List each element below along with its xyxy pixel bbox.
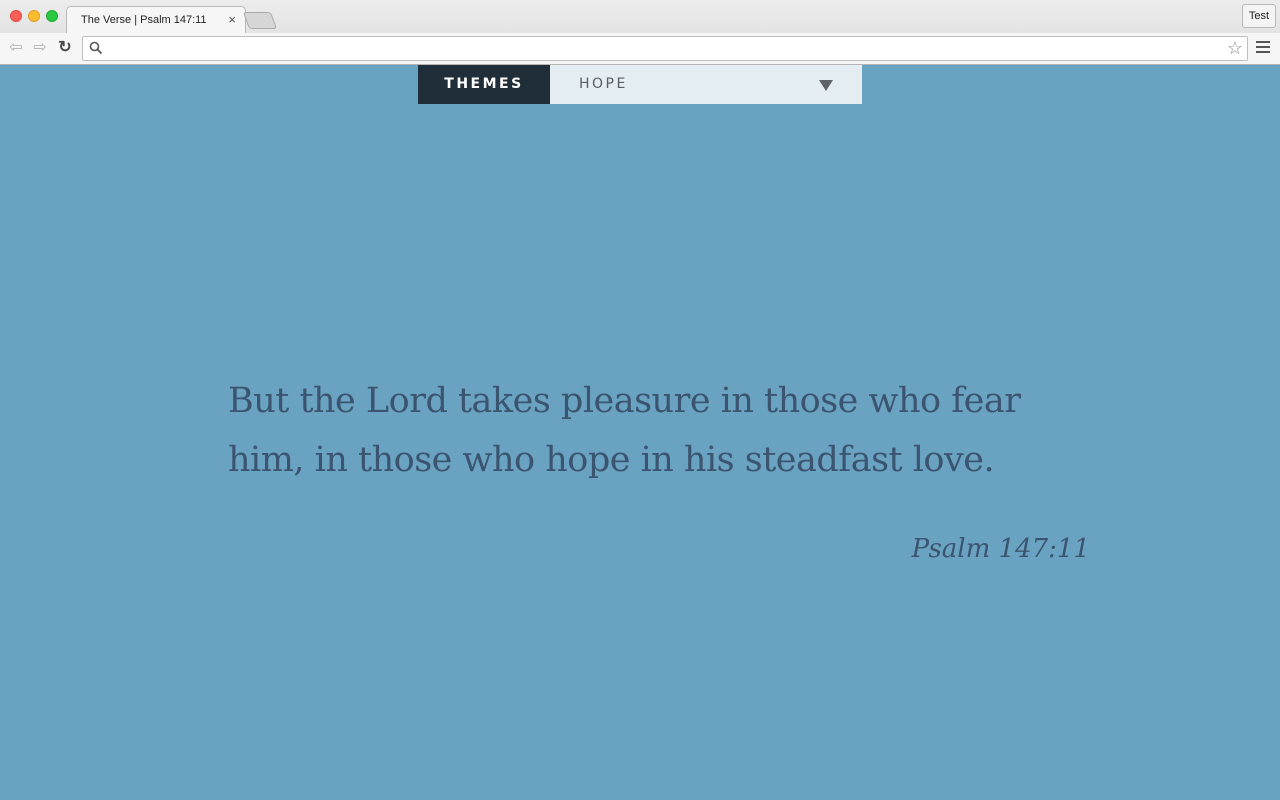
tab-close-icon[interactable]: × xyxy=(228,12,236,27)
menu-icon[interactable] xyxy=(1256,41,1270,53)
address-bar[interactable]: ☆ xyxy=(82,36,1248,61)
theme-selected-value: HOPE xyxy=(579,76,628,92)
verse-text: But the Lord takes pleasure in those who… xyxy=(228,381,1021,480)
theme-dropdown[interactable]: HOPE xyxy=(550,65,862,104)
themes-label: THEMES xyxy=(418,65,550,104)
browser-tab[interactable]: The Verse | Psalm 147:11 × xyxy=(66,6,246,34)
dropdown-arrow-icon xyxy=(819,80,833,91)
tab-title: The Verse | Psalm 147:11 xyxy=(81,14,207,26)
profile-button[interactable]: Test xyxy=(1242,4,1276,28)
new-tab-button[interactable] xyxy=(242,12,278,29)
browser-toolbar: ⇦ ⇨ ↻ ☆ xyxy=(0,33,1280,64)
window-maximize-button[interactable] xyxy=(46,10,58,22)
forward-arrow-icon[interactable]: ⇨ xyxy=(30,38,50,58)
themes-bar: THEMES HOPE xyxy=(418,65,862,104)
back-arrow-icon[interactable]: ⇦ xyxy=(6,38,26,58)
reload-icon[interactable]: ↻ xyxy=(55,38,75,58)
tab-strip: The Verse | Psalm 147:11 × Test xyxy=(0,0,1280,34)
window-close-button[interactable] xyxy=(10,10,22,22)
bookmark-star-icon[interactable]: ☆ xyxy=(1227,39,1243,57)
browser-chrome: The Verse | Psalm 147:11 × Test ⇦ ⇨ ↻ ☆ xyxy=(0,0,1280,65)
verse-reference: Psalm 147:11 xyxy=(911,534,1090,564)
search-icon xyxy=(89,41,103,55)
window-minimize-button[interactable] xyxy=(28,10,40,22)
